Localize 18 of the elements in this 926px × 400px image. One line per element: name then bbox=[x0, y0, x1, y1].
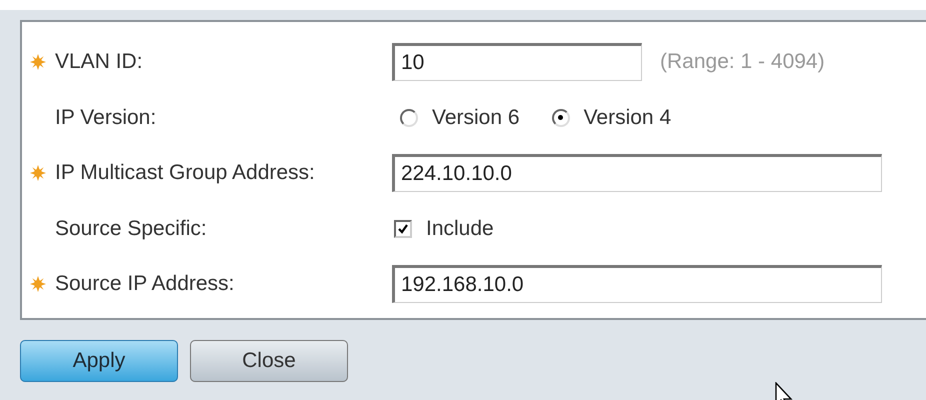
checkbox[interactable] bbox=[394, 220, 412, 238]
dialog-button[interactable]: Close bbox=[190, 340, 348, 382]
field-label: Source IP Address: bbox=[55, 272, 234, 296]
field-label: IP Version: bbox=[55, 106, 156, 130]
text-field[interactable]: 192.168.10.0 bbox=[392, 265, 882, 303]
radio-button[interactable] bbox=[400, 108, 418, 126]
radio-label: Version 6 bbox=[432, 106, 520, 130]
check-mark-icon bbox=[397, 222, 409, 234]
field-label: VLAN ID: bbox=[55, 50, 143, 74]
range-hint: (Range: 1 - 4094) bbox=[660, 50, 825, 74]
checkbox-label: Include bbox=[426, 216, 494, 240]
field-label: IP Multicast Group Address: bbox=[55, 161, 315, 185]
dialog-button[interactable]: Apply bbox=[20, 340, 178, 382]
text-field[interactable]: 224.10.10.0 bbox=[392, 154, 882, 192]
text-field[interactable]: 10 bbox=[392, 43, 642, 81]
field-label: Source Specific: bbox=[55, 216, 207, 240]
radio-label: Version 4 bbox=[584, 106, 672, 130]
radio-button[interactable] bbox=[552, 108, 570, 126]
